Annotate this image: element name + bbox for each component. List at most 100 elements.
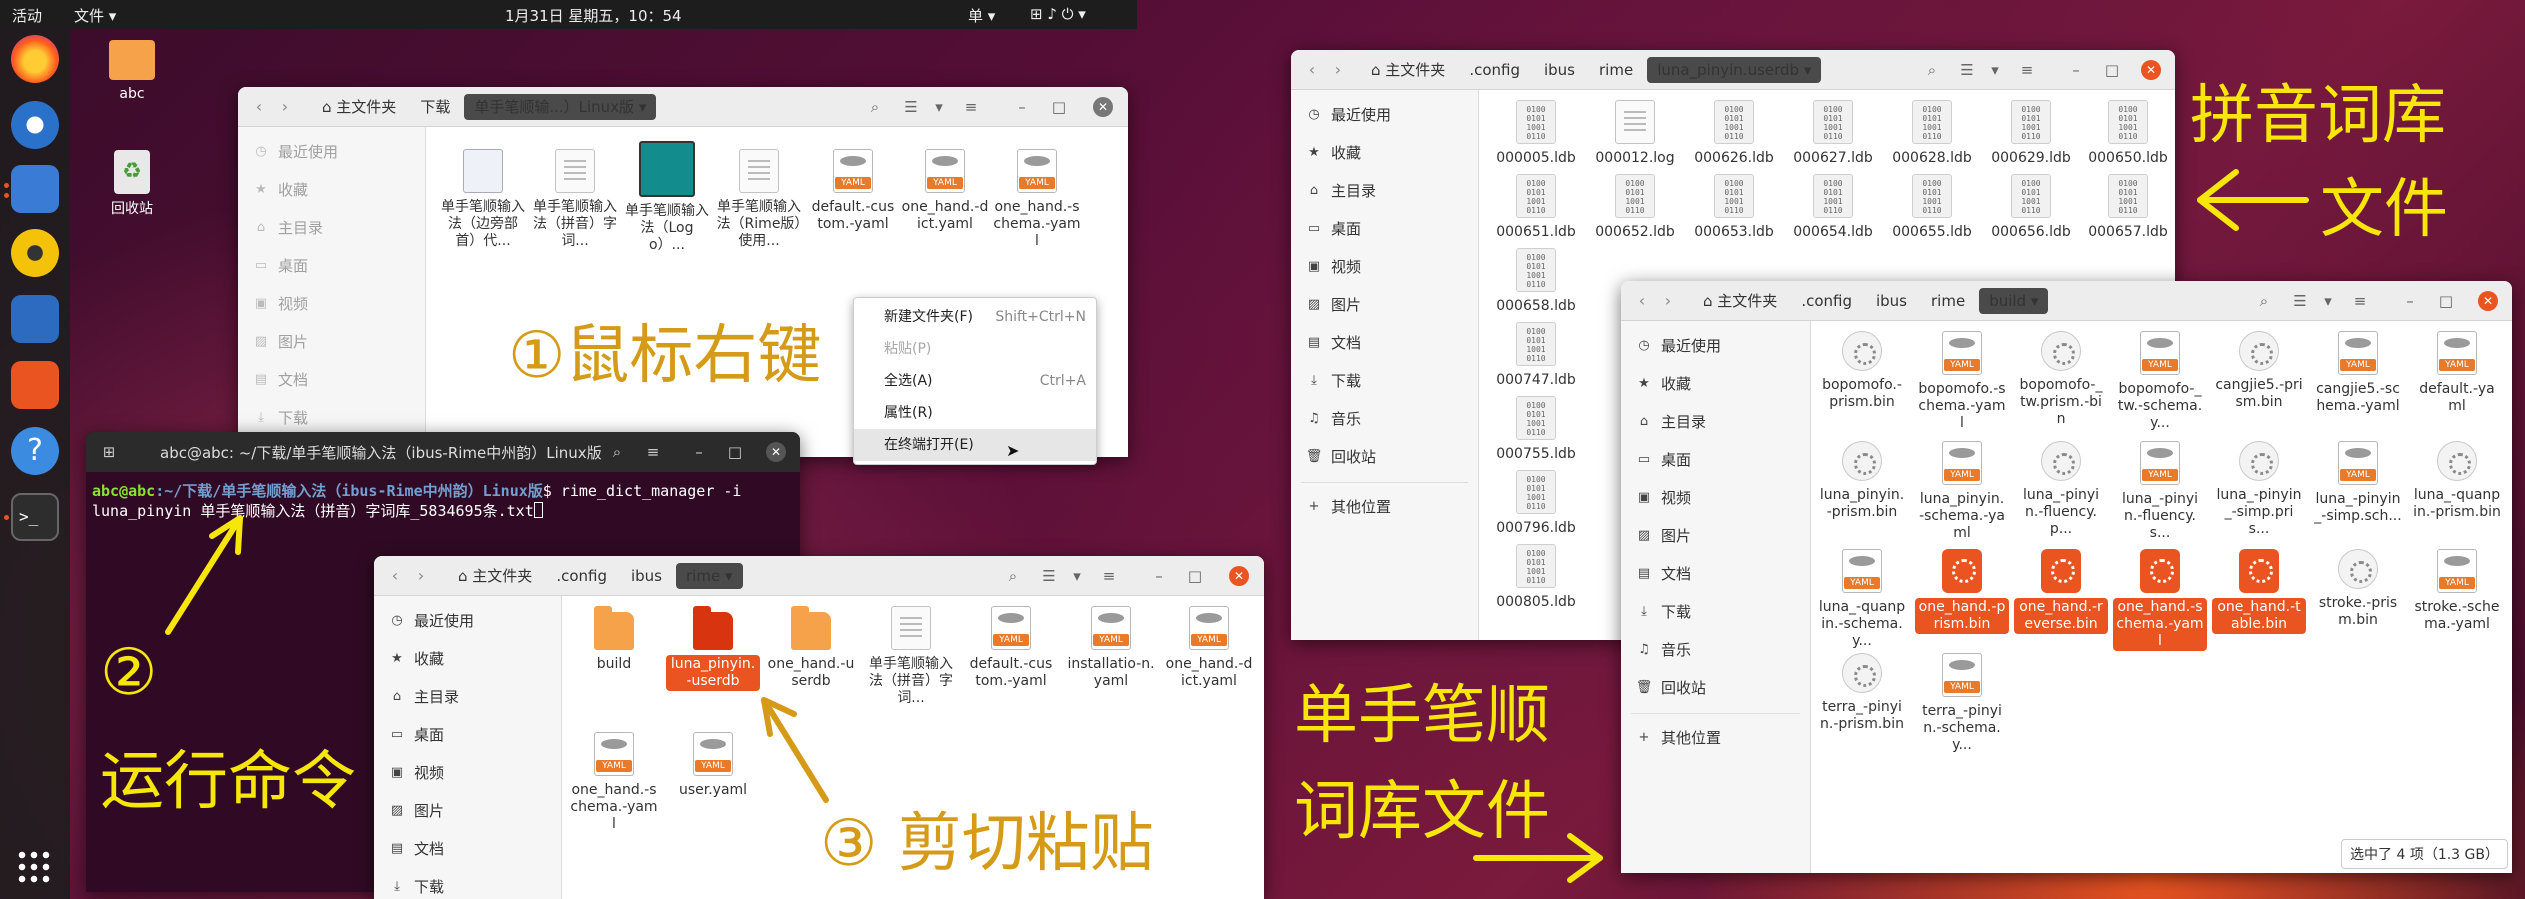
view-options-icon[interactable]: ▾ xyxy=(1066,565,1088,587)
sidebar-item-desktop[interactable]: ▭ 桌面 xyxy=(1291,212,1478,246)
sidebar-item-home[interactable]: ⌂ 主目录 xyxy=(374,680,561,714)
sidebar-item-other-locations[interactable]: + 其他位置 xyxy=(1291,490,1478,524)
maximize-icon[interactable]: □ xyxy=(2435,290,2457,312)
file-item[interactable]: stroke.-schema.-yaml xyxy=(2410,549,2504,634)
forward-icon[interactable]: › xyxy=(274,96,296,118)
file-item[interactable]: 0100 0101 1001 0110 000658.ldb xyxy=(1489,248,1583,316)
menu-icon[interactable]: ≡ xyxy=(960,96,982,118)
file-item[interactable]: terra_-pinyin.-prism.bin xyxy=(1815,653,1909,734)
minimize-icon[interactable]: – xyxy=(1148,565,1170,587)
back-icon[interactable]: ‹ xyxy=(248,96,270,118)
file-item[interactable]: 0100 0101 1001 0110 000652.ldb xyxy=(1588,174,1682,242)
sidebar-item-starred[interactable]: ★ 收藏 xyxy=(374,642,561,676)
menu-item-paste[interactable]: 粘贴(P) xyxy=(854,333,1096,365)
maximize-icon[interactable]: □ xyxy=(1184,565,1206,587)
minimize-icon[interactable]: – xyxy=(688,441,710,463)
sidebar-item-recent[interactable]: ◷ 最近使用 xyxy=(1621,329,1810,363)
sidebar-item-downloads[interactable]: ⤓ 下载 xyxy=(1621,595,1810,629)
crumb-rime[interactable]: rime xyxy=(1921,288,1975,314)
file-item[interactable]: 0100 0101 1001 0110 000654.ldb xyxy=(1786,174,1880,242)
crumb-home[interactable]: ⌂ 主文件夹 xyxy=(448,563,542,589)
search-icon[interactable]: ⌕ xyxy=(1002,565,1024,587)
file-item[interactable]: 0100 0101 1001 0110 000005.ldb xyxy=(1489,100,1583,168)
close-icon[interactable]: ✕ xyxy=(1093,97,1113,117)
sidebar-item-home[interactable]: ⌂ 主目录 xyxy=(1621,405,1810,439)
thunderbird-icon[interactable] xyxy=(11,101,59,149)
crumb-current[interactable]: 单手笔顺输...）Linux版 ▾ xyxy=(464,94,657,120)
list-view-icon[interactable]: ☰ xyxy=(1956,59,1978,81)
crumb-config[interactable]: .config xyxy=(1791,288,1862,314)
file-item[interactable]: default.-custom.-yaml xyxy=(964,606,1058,691)
sidebar-item-documents[interactable]: ▤ 文档 xyxy=(374,832,561,866)
clock[interactable]: 1月31日 星期五，10：54 xyxy=(505,5,682,26)
file-item[interactable]: stroke.-prism.bin xyxy=(2311,549,2405,630)
file-item[interactable]: luna_-pinyin_-simp.sch... xyxy=(2311,441,2405,526)
new-tab-icon[interactable]: ⊞ xyxy=(98,441,120,463)
view-options-icon[interactable]: ▾ xyxy=(2317,290,2339,312)
file-item-selected[interactable]: one_hand.-table.bin xyxy=(2212,549,2306,634)
sidebar-item-starred[interactable]: ★ 收藏 xyxy=(1621,367,1810,401)
sidebar-item-videos[interactable]: ▣ 视频 xyxy=(1621,481,1810,515)
sidebar-item-downloads[interactable]: ⤓ 下载 xyxy=(238,401,425,435)
file-item[interactable]: bopomofo.-prism.bin xyxy=(1815,331,1909,412)
menu-icon[interactable]: ≡ xyxy=(2349,290,2371,312)
sidebar-item-pictures[interactable]: ▨ 图片 xyxy=(374,794,561,828)
file-item[interactable]: 0100 0101 1001 0110 000655.ldb xyxy=(1885,174,1979,242)
crumb-ibus[interactable]: ibus xyxy=(1534,57,1585,83)
file-item[interactable]: bopomofo-_tw.prism.-bin xyxy=(2014,331,2108,429)
rhythmbox-icon[interactable] xyxy=(11,229,59,277)
file-item[interactable]: 0100 0101 1001 0110 000805.ldb xyxy=(1489,544,1583,612)
file-item[interactable]: luna_pinyin.-prism.bin xyxy=(1815,441,1909,522)
menu-icon[interactable]: ≡ xyxy=(2016,59,2038,81)
file-item[interactable]: luna_-quanpin.-prism.bin xyxy=(2410,441,2504,522)
folder-item[interactable]: luna_pinyin.-userdb xyxy=(666,606,760,691)
crumb-config[interactable]: .config xyxy=(546,563,617,589)
sidebar-item-downloads[interactable]: ⤓ 下载 xyxy=(1291,364,1478,398)
menu-item-open-terminal[interactable]: 在终端打开(E) xyxy=(854,429,1096,461)
file-item[interactable]: 0100 0101 1001 0110 000627.ldb xyxy=(1786,100,1880,168)
file-item[interactable]: terra_-pinyin.-schema.y... xyxy=(1915,653,2009,755)
file-item[interactable]: user.yaml xyxy=(666,732,760,800)
sidebar-item-documents[interactable]: ▤ 文档 xyxy=(238,363,425,397)
search-icon[interactable]: ⌕ xyxy=(1921,59,1943,81)
minimize-icon[interactable]: – xyxy=(1011,96,1033,118)
close-icon[interactable]: ✕ xyxy=(2141,60,2161,80)
software-center-icon[interactable] xyxy=(11,361,59,409)
file-item[interactable]: one_hand.-dict.yaml xyxy=(898,149,992,234)
search-icon[interactable]: ⌕ xyxy=(2253,290,2275,312)
input-method-indicator[interactable]: 单 ▾ xyxy=(968,5,995,26)
file-item[interactable]: 0100 0101 1001 0110 000628.ldb xyxy=(1885,100,1979,168)
file-item[interactable]: 单手笔顺输入法（Logo）... xyxy=(620,141,714,255)
forward-icon[interactable]: › xyxy=(410,565,432,587)
folder-item[interactable]: one_hand.-userdb xyxy=(764,606,858,691)
sidebar-item-desktop[interactable]: ▭ 桌面 xyxy=(374,718,561,752)
back-icon[interactable]: ‹ xyxy=(1631,290,1653,312)
search-icon[interactable]: ⌕ xyxy=(864,96,886,118)
show-apps-icon[interactable] xyxy=(16,849,52,885)
file-item[interactable]: 0100 0101 1001 0110 000651.ldb xyxy=(1489,174,1583,242)
file-item[interactable]: default.-custom.-yaml xyxy=(806,149,900,234)
file-item[interactable]: luna_pinyin.-schema.-yaml xyxy=(1915,441,2009,543)
crumb-downloads[interactable]: 下载 xyxy=(410,94,460,120)
sidebar-item-pictures[interactable]: ▨ 图片 xyxy=(1291,288,1478,322)
view-options-icon[interactable]: ▾ xyxy=(1984,59,2006,81)
file-item[interactable]: installatio-n.yaml xyxy=(1064,606,1158,691)
file-item-selected[interactable]: one_hand.-schema.-yaml xyxy=(2113,549,2207,651)
crumb-ibus[interactable]: ibus xyxy=(1866,288,1917,314)
minimize-icon[interactable]: – xyxy=(2399,290,2421,312)
folder-item[interactable]: build xyxy=(567,606,661,674)
file-item[interactable]: bopomofo-_tw.-schema.y... xyxy=(2113,331,2207,433)
activities-button[interactable]: 活动 xyxy=(12,5,42,26)
file-item[interactable]: 0100 0101 1001 0110 000650.ldb xyxy=(2081,100,2175,168)
terminal-line-2[interactable]: luna_pinyin 单手笔顺输入法（拼音）字词库_5834695条.txt xyxy=(92,500,543,521)
sidebar-item-videos[interactable]: ▣ 视频 xyxy=(238,287,425,321)
file-item[interactable]: luna_-pinyin_-simp.pris... xyxy=(2212,441,2306,539)
crumb-current[interactable]: build ▾ xyxy=(1979,288,2049,314)
menu-icon[interactable]: ≡ xyxy=(642,441,664,463)
close-icon[interactable]: ✕ xyxy=(1229,566,1249,586)
sidebar-item-starred[interactable]: ★ 收藏 xyxy=(1291,136,1478,170)
menu-item-new-folder[interactable]: 新建文件夹(F) Shift+Ctrl+N xyxy=(854,301,1096,333)
sidebar-item-documents[interactable]: ▤ 文档 xyxy=(1621,557,1810,591)
firefox-icon[interactable] xyxy=(11,35,59,83)
desktop-home[interactable]: abc xyxy=(87,40,177,102)
